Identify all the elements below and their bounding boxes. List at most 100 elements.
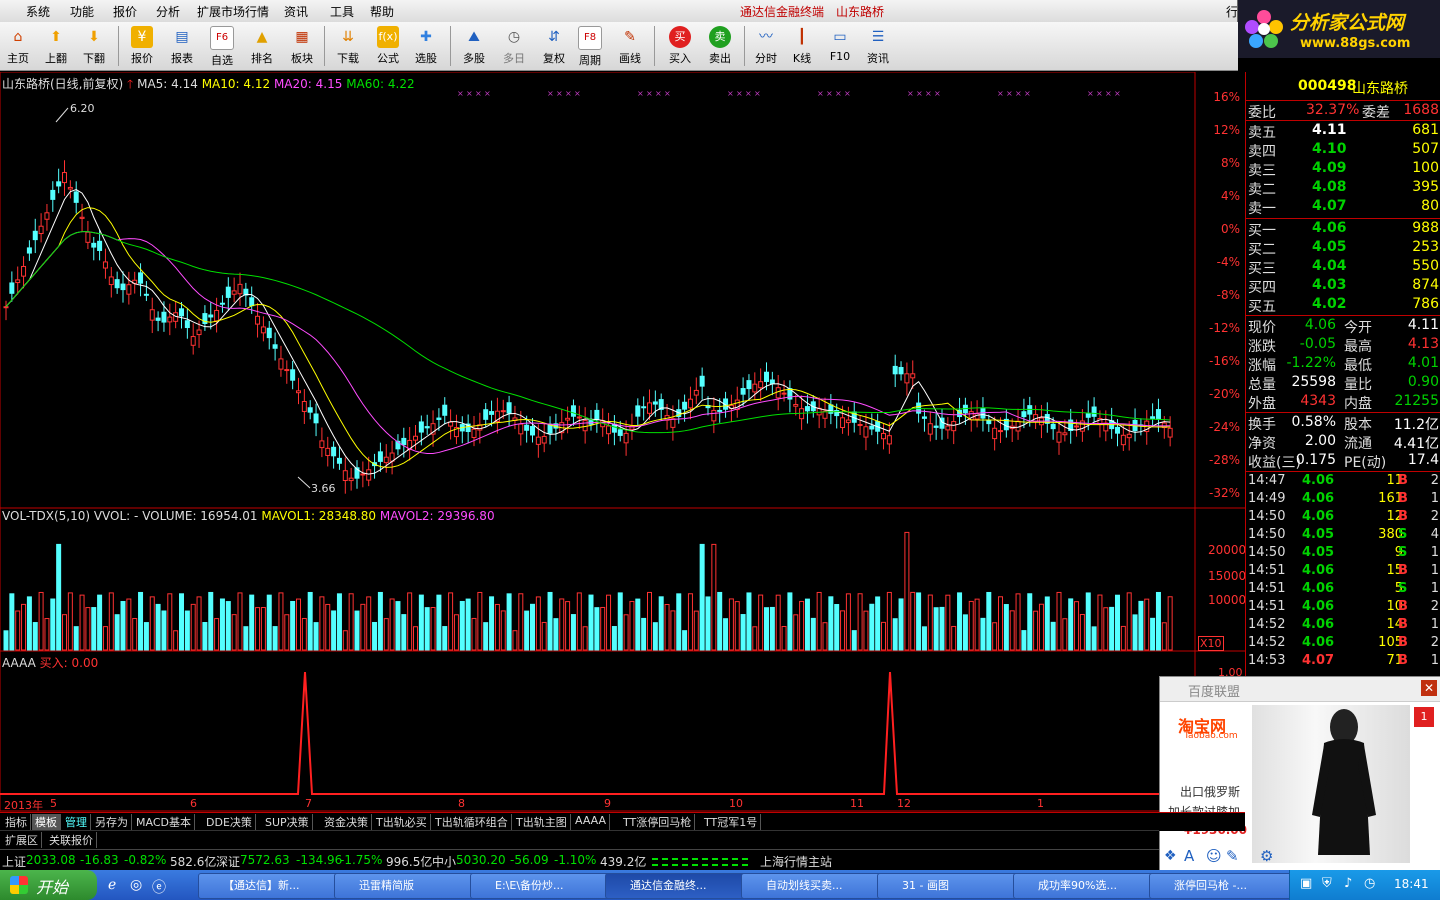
network-icon[interactable]: ▣ [1300,876,1312,891]
sell-button[interactable]: 卖卖出 [702,22,738,70]
task-tdx-terminal[interactable]: 通达信金融终... [605,873,749,899]
tab-6[interactable]: SUP决策 [262,814,313,830]
server-station[interactable]: 上海行情主站 [760,853,832,870]
tab-7[interactable]: 资金决策 [321,814,372,830]
tab-4[interactable]: MACD基本 [133,814,195,830]
tab-2[interactable]: 管理 [62,814,91,830]
tab-3[interactable]: 另存为 [92,814,132,830]
formula-button[interactable]: f(x) 公式 [370,22,406,70]
f10-button[interactable]: ▭ F10 [822,22,858,70]
menu-system[interactable]: 系统 [26,3,50,20]
menu-ext-market[interactable]: 扩展市场行情 [197,3,269,20]
buy-button[interactable]: 买买入 [662,22,698,70]
ask-row[interactable]: 卖三 4.09 100 [1246,159,1440,179]
text-icon[interactable]: A [1184,847,1194,865]
bid-row[interactable]: 买四 4.03 874 [1246,276,1440,296]
ask-row[interactable]: 卖一 4.07 80 [1246,197,1440,217]
task-success-rate[interactable]: 成功率90%选... [1013,873,1157,899]
volume-bar [506,593,512,651]
adjust-button[interactable]: ⇵ 复权 [536,22,572,70]
download-button[interactable]: ⇊ 下载 [330,22,366,70]
ad-page-badge[interactable]: 1 [1414,707,1434,727]
volume-bar [933,607,939,651]
multi-day-button[interactable]: ◷ 多日 [496,22,532,70]
kline-button[interactable]: ┃ K线 [784,22,820,70]
intraday-button[interactable]: 〰分时 [748,22,784,70]
news-button[interactable]: ☰ 资讯 [860,22,896,70]
multi-stock-button[interactable]: ⛰ 多股 [456,22,492,70]
menu-help[interactable]: 帮助 [370,3,394,20]
sector-button[interactable]: ▦ 板块 [284,22,320,70]
ask-row[interactable]: 卖五 4.11 681 [1246,121,1440,141]
report-button[interactable]: ▤ 报表 [164,22,200,70]
ranking-button[interactable]: ▲ 排名 [244,22,280,70]
tab-0[interactable]: 指标 [2,814,31,830]
kline-title: 山东路桥(日线,前复权) [2,77,124,91]
menu-tools[interactable]: 工具 [330,3,354,20]
ie-icon[interactable]: ℯ [108,877,116,893]
percent-tick: 12% [1213,123,1240,137]
shield-icon[interactable]: ⛨ [1322,876,1332,891]
menu-analysis[interactable]: 分析 [156,3,180,20]
paw-icon[interactable]: ❖ [1164,848,1177,864]
bid-row[interactable]: 买一 4.06 988 [1246,219,1440,239]
close-icon[interactable]: ✕ [1421,680,1437,696]
site-logo: 分析家公式网 www.88gs.com [1237,0,1440,58]
volume-bar [102,626,108,651]
menu-info[interactable]: 资讯 [284,3,308,20]
tab-12[interactable]: TT涨停回马枪 [620,814,696,830]
fundamental-row: 换手 0.58% 股本 11.2亿 [1248,414,1439,433]
task-tdx-new[interactable]: 【通达信】新... [198,873,342,899]
tick-row: 14:50 4.05 9 S 1 [1248,545,1439,560]
smile-icon[interactable]: ☺ [1206,847,1222,865]
browser-icon[interactable]: ◎ [130,877,142,893]
page-down-button[interactable]: ⬇ 下翻 [76,22,112,70]
volume-bar [1044,596,1050,651]
ask-row[interactable]: 卖四 4.10 507 [1246,140,1440,160]
volume-bar [336,593,342,651]
tab-11[interactable]: AAAA [572,814,611,830]
tab-9[interactable]: T出轨循环组合 [432,814,512,830]
settings-gear-icon[interactable]: ⚙ [1260,847,1273,865]
tab-extension-area[interactable]: 扩展区 [2,832,42,848]
bid-row[interactable]: 买五 4.02 786 [1246,295,1440,315]
volume-bar [553,618,559,651]
tab-1[interactable]: 模板 [32,814,61,830]
home-button[interactable]: ⌂ 主页 [0,22,36,70]
tab-8[interactable]: T出轨必买 [373,814,431,830]
task-xunlei[interactable]: 迅雷精简版 [334,873,478,899]
ad-line1[interactable]: 出口俄罗斯 [1180,783,1240,800]
period-button[interactable]: F8 周期 [572,22,608,70]
tick-list[interactable]: 14:47 4.06 11 B 2 14:49 4.06 161 B 1 14:50 4.06 12 B 2… [1246,471,1440,678]
stock-picker-button[interactable]: ✚ 选股 [408,22,444,70]
menu-function[interactable]: 功能 [70,3,94,20]
tab-13[interactable]: TT冠军1号 [701,814,762,830]
kline-chart-svg[interactable]: × × × × × × × × × × × × × × × × × × × × × × × × × × × × × × × × [0,72,1245,812]
watchlist-button[interactable]: F6 自选 [204,22,240,70]
draw-line-button[interactable]: ✎ 画线 [612,22,648,70]
tab-5[interactable]: DDE决策 [203,814,256,830]
volume-bar [1038,603,1044,651]
task-paint[interactable]: 31 - 画图 [877,873,1021,899]
chart-area[interactable]: × × × × × × × × × × × × × × × × × × × × × × × × × × × × × × × × 山东路桥(日线… [0,72,1246,850]
task-explorer[interactable]: E:\E\备份炒... [470,873,614,899]
tab-related-quotes[interactable]: 关联报价 [46,832,97,848]
candle-body [840,417,846,429]
brush-icon[interactable]: ✎ [1226,847,1239,865]
quote-button[interactable]: ¥ 报价 [124,22,160,70]
ad-product-image[interactable] [1252,705,1410,863]
tab-10[interactable]: T出轨主图 [513,814,571,830]
task-limit-up[interactable]: 涨停回马枪 -... [1149,873,1293,899]
volume-bar [881,621,886,651]
task-auto-line[interactable]: 自动划线买卖... [741,873,885,899]
ad-popup[interactable]: 百度联盟 ✕ 淘宝网 Taobao.com 出口俄罗斯 加长款过膝加 ¥1936… [1159,676,1440,872]
bid-row[interactable]: 买三 4.04 550 [1246,257,1440,277]
menu-quote[interactable]: 报价 [113,3,137,20]
bid-row[interactable]: 买二 4.05 253 [1246,238,1440,258]
start-button[interactable]: 开始 [0,870,97,900]
ask-row[interactable]: 卖二 4.08 395 [1246,178,1440,198]
page-up-button[interactable]: ⬆ 上翻 [38,22,74,70]
clock-tray-icon[interactable]: ◷ [1364,876,1375,891]
volume-icon[interactable]: ♪ [1344,876,1352,891]
browser2-icon[interactable]: ⓔ [152,877,166,897]
